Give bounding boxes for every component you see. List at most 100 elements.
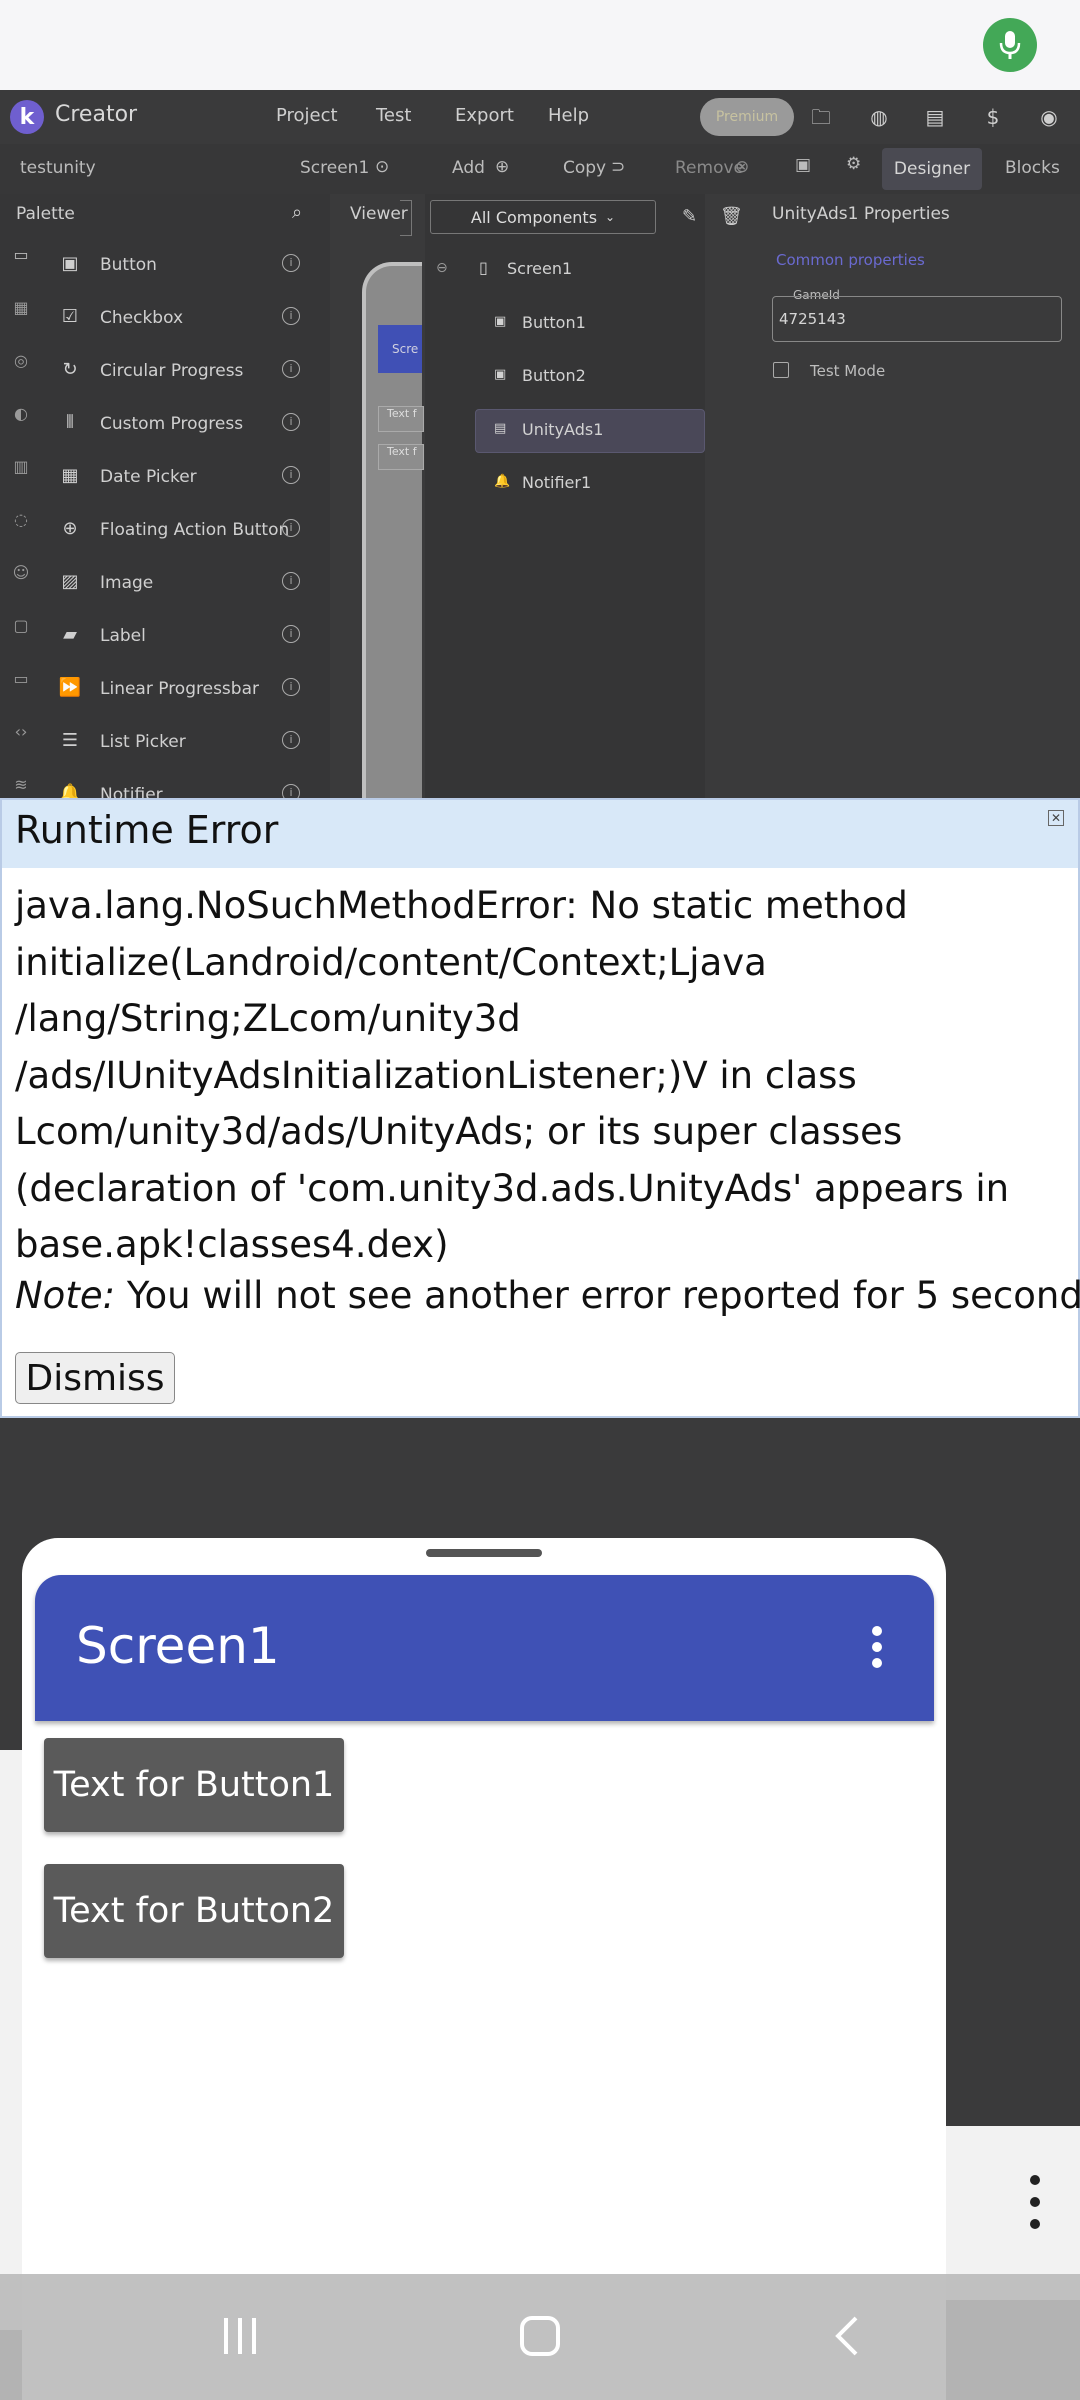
layout-category-icon[interactable]: ▦ — [10, 297, 32, 319]
maps-category-icon[interactable]: ▥ — [10, 456, 32, 478]
date-picker-icon: ▦ — [61, 465, 79, 486]
info-icon[interactable]: i — [282, 784, 300, 798]
tree-item-button1[interactable]: Button1 — [522, 313, 586, 332]
recent-apps-icon[interactable] — [218, 2314, 262, 2358]
info-icon[interactable]: i — [282, 307, 300, 325]
sensors-category-icon[interactable]: ◌ — [10, 509, 32, 531]
palette-item-floating-action-button[interactable]: ⊕ Floating Action Button i — [58, 511, 308, 551]
viewer-button2[interactable]: Text f — [378, 444, 424, 470]
app-button2[interactable]: Text for Button2 — [44, 1864, 344, 1958]
screen-dropdown-icon[interactable]: ⊙ — [375, 157, 389, 177]
dismiss-button[interactable]: Dismiss — [15, 1352, 175, 1404]
new-folder-icon[interactable]: 🗀 — [808, 104, 834, 130]
more-options-icon[interactable] — [1030, 2175, 1042, 2231]
tree-item-button2[interactable]: Button2 — [522, 366, 586, 385]
gear-icon[interactable]: ⚙ — [846, 154, 861, 174]
tree-item-notifier1[interactable]: Notifier1 — [522, 473, 591, 492]
label-icon: ▰ — [63, 624, 77, 645]
bell-icon: 🔔 — [494, 474, 511, 489]
overflow-menu-icon[interactable] — [862, 1622, 892, 1672]
button-icon: ▣ — [494, 314, 507, 329]
tree-item-screen1[interactable]: Screen1 — [507, 259, 572, 278]
info-icon[interactable]: i — [282, 625, 300, 643]
list-picker-icon: ☰ — [61, 730, 79, 751]
fab-icon: ⊕ — [62, 518, 78, 539]
code-category-icon[interactable]: ‹› — [10, 721, 32, 743]
tab-blocks[interactable]: Blocks — [1005, 158, 1060, 178]
edit-icon[interactable]: ✎ — [682, 206, 697, 227]
properties-title: UnityAds1 Properties — [772, 204, 950, 224]
info-icon[interactable]: i — [282, 413, 300, 431]
gameid-field[interactable] — [772, 296, 1062, 342]
drag-handle[interactable] — [426, 1549, 542, 1557]
home-icon[interactable] — [518, 2314, 562, 2358]
info-icon[interactable]: i — [282, 360, 300, 378]
media-category-icon[interactable]: ◎ — [10, 350, 32, 372]
info-icon[interactable]: i — [282, 572, 300, 590]
library-icon[interactable]: ▤ — [922, 104, 948, 130]
viewer-button1[interactable]: Text f — [378, 406, 424, 432]
palette-item-date-picker[interactable]: ▦ Date Picker i — [58, 458, 308, 498]
user-interface-category-icon[interactable]: ▭ — [10, 244, 32, 266]
remove-icon: ⊗ — [735, 157, 750, 177]
connectivity-category-icon[interactable]: ≋ — [10, 774, 32, 796]
back-icon[interactable] — [826, 2314, 870, 2358]
palette-item-button[interactable]: ▣ Button i — [58, 246, 308, 286]
info-icon[interactable]: i — [282, 254, 300, 272]
button-icon: ▣ — [61, 253, 79, 274]
copy-screen-button[interactable]: Copy — [563, 158, 606, 178]
image-icon: ▨ — [61, 571, 79, 592]
app-button1[interactable]: Text for Button1 — [44, 1738, 344, 1832]
account-icon[interactable]: ◉ — [1036, 104, 1062, 130]
checkbox-icon: ☑ — [61, 306, 79, 327]
search-icon[interactable]: ⌕ — [292, 202, 302, 223]
palette-item-label[interactable]: ▰ Label i — [58, 617, 308, 657]
viewer-size-select[interactable] — [400, 200, 412, 236]
palette-item-circular-progress[interactable]: ↻ Circular Progress i — [58, 352, 308, 392]
drawing-category-icon[interactable]: ◐ — [10, 403, 32, 425]
microphone-button[interactable] — [983, 18, 1037, 72]
palette-item-notifier[interactable]: 🔔 Notifier i — [58, 776, 308, 798]
add-screen-button[interactable]: Add — [452, 158, 485, 178]
microphone-icon — [999, 31, 1021, 59]
unity-ads-icon: ▤ — [494, 421, 507, 436]
palette-item-image[interactable]: ▨ Image i — [58, 564, 308, 604]
error-title: Runtime Error — [15, 808, 279, 852]
project-name: testunity — [20, 158, 96, 178]
premium-button[interactable]: Premium — [700, 98, 794, 136]
trash-icon[interactable]: 🗑 — [720, 206, 743, 227]
palette-category-rail: ▭ ▦ ◎ ◐ ▥ ◌ ☺ ▢ ▭ ‹› ≋ — [0, 240, 40, 800]
linear-progress-icon: ⏩ — [58, 677, 82, 698]
dollar-icon[interactable]: $ — [980, 104, 1006, 130]
utilities-category-icon[interactable]: ▭ — [10, 668, 32, 690]
info-icon[interactable]: i — [282, 678, 300, 696]
phone-icon: ▯ — [479, 258, 488, 277]
component-filter-select[interactable]: All Components ⌄ — [430, 200, 656, 234]
storage-category-icon[interactable]: ▢ — [10, 615, 32, 637]
menu-export[interactable]: Export — [455, 105, 514, 126]
testmode-label: Test Mode — [810, 362, 886, 380]
remove-screen-button[interactable]: Remove — [675, 158, 744, 178]
palette-item-linear-progressbar[interactable]: ⏩ Linear Progressbar i — [58, 670, 308, 710]
menu-help[interactable]: Help — [548, 105, 589, 126]
info-icon[interactable]: i — [282, 466, 300, 484]
tree-item-unityads1[interactable]: UnityAds1 — [522, 420, 603, 439]
close-icon[interactable]: ✕ — [1048, 810, 1064, 826]
screen-selector[interactable]: Screen1 — [300, 158, 369, 178]
menu-test[interactable]: Test — [376, 105, 411, 126]
components-panel — [425, 194, 705, 798]
tab-designer[interactable]: Designer — [882, 148, 982, 190]
info-icon[interactable]: i — [282, 519, 300, 537]
social-category-icon[interactable]: ☺ — [10, 562, 32, 584]
collapse-icon[interactable]: ⊖ — [436, 260, 448, 276]
testmode-checkbox[interactable] — [773, 362, 789, 378]
palette-item-custom-progress[interactable]: ⦀ Custom Progress i — [58, 405, 308, 445]
palette-theme-icon[interactable]: ◍ — [866, 104, 892, 130]
palette-item-checkbox[interactable]: ☑ Checkbox i — [58, 299, 308, 339]
palette-item-list-picker[interactable]: ☰ List Picker i — [58, 723, 308, 763]
button-icon: ▣ — [494, 367, 507, 382]
properties-section: Common properties — [776, 251, 925, 269]
gallery-icon[interactable]: ▣ — [795, 155, 811, 175]
menu-project[interactable]: Project — [276, 105, 338, 126]
info-icon[interactable]: i — [282, 731, 300, 749]
